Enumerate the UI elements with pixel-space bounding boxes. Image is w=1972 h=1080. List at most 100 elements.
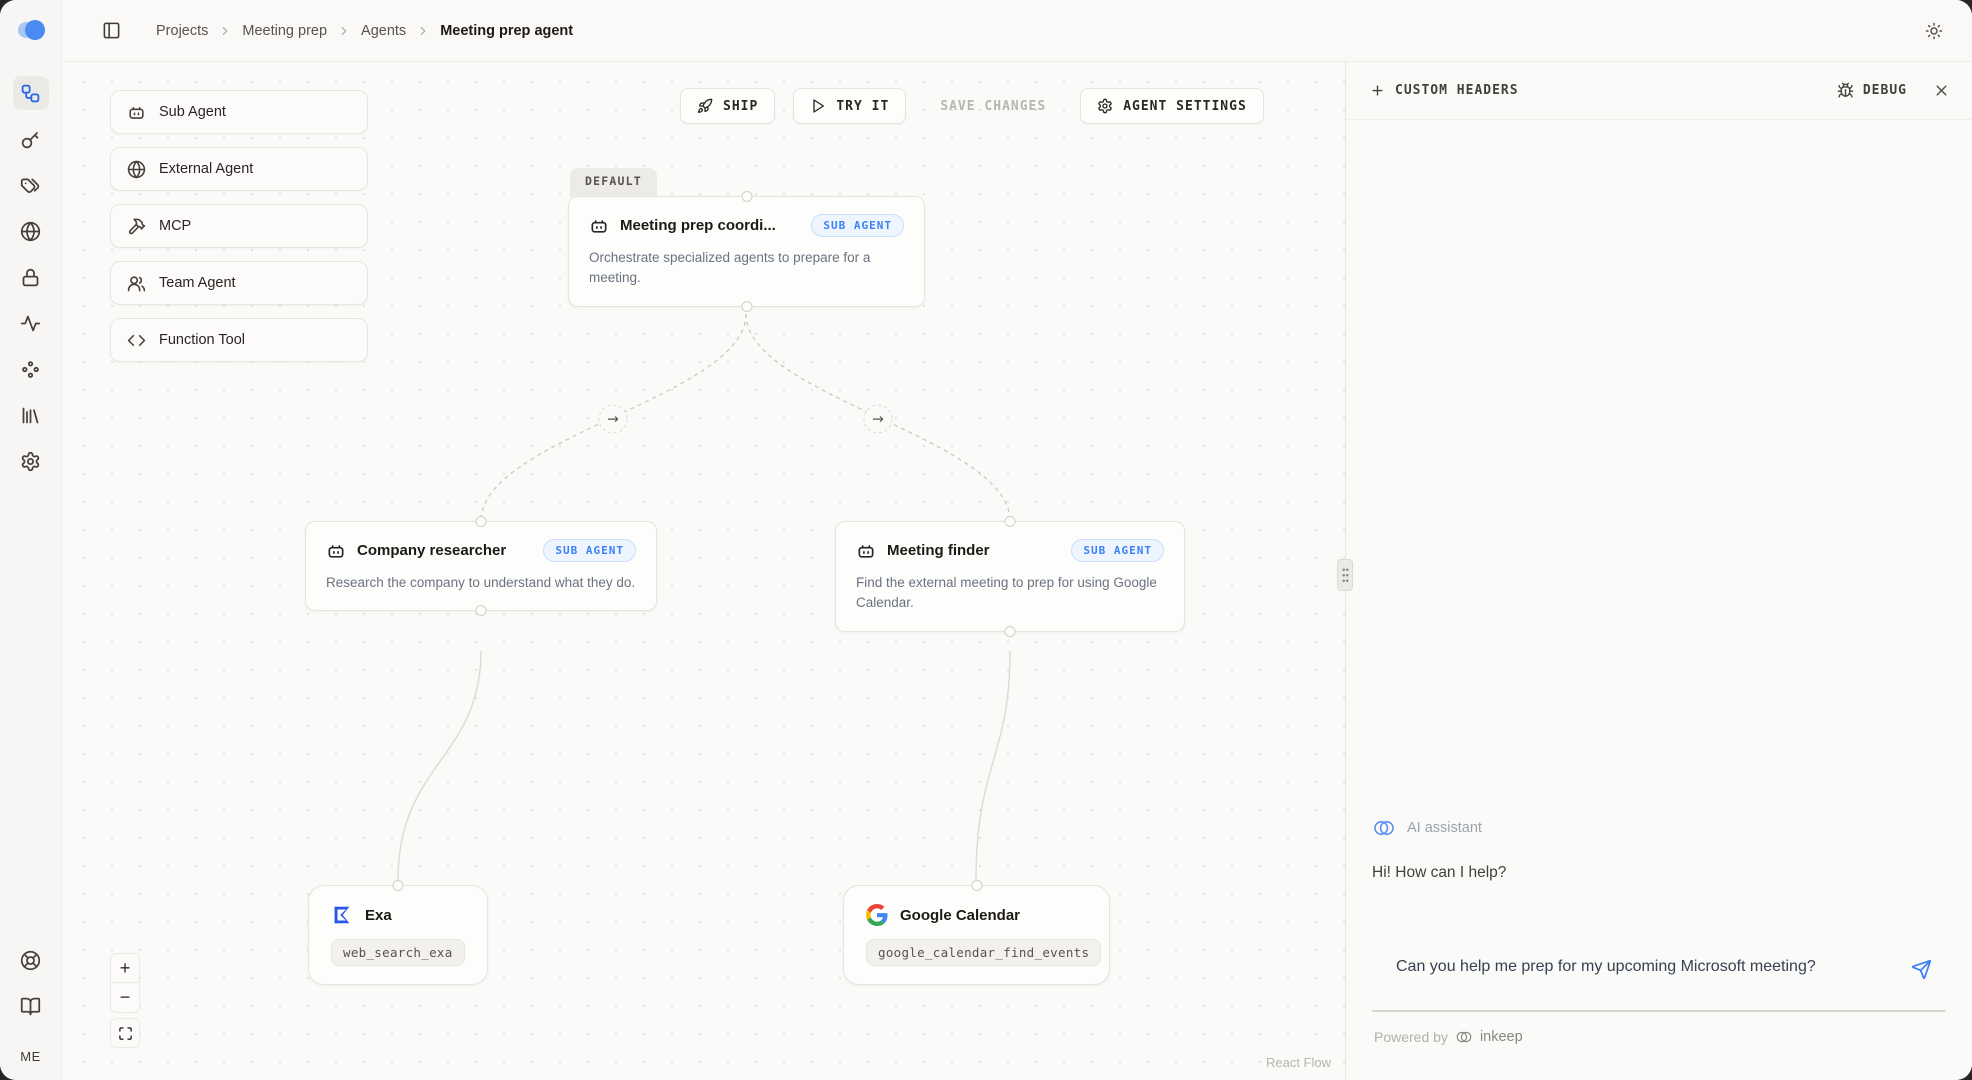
try-it-button[interactable]: TRY IT [793,88,906,124]
flow-toolbar: SHIP TRY IT SAVE CHANGES AGENT SETTINGS [680,88,1264,124]
assistant-greeting: Hi! How can I help? [1372,864,1946,882]
tool-name-pill: web_search_exa [331,939,465,966]
book-icon[interactable] [13,989,49,1023]
node-meeting-prep-coordinator[interactable]: Meeting prep coordi... SUB AGENT Orchest… [568,196,925,307]
node-meeting-finder[interactable]: Meeting finder SUB AGENT Find the extern… [835,521,1185,632]
gear-icon[interactable] [13,444,49,478]
zoom-in-button[interactable]: + [110,953,140,983]
node-palette: Sub Agent External Agent MCP Team Agent [110,90,368,362]
assistant-name: AI assistant [1407,820,1482,836]
node-exa-tool[interactable]: Exa web_search_exa [308,885,488,985]
node-handle-top[interactable] [971,880,982,891]
panel-resize-handle[interactable] [1337,559,1353,591]
send-button[interactable] [1906,954,1936,984]
lifebuoy-icon[interactable] [13,943,49,977]
palette-item-label: External Agent [159,161,253,177]
debug-button[interactable]: DEBUG [1837,82,1907,99]
workflow-icon[interactable] [13,76,49,110]
fullscreen-icon [118,1026,133,1041]
agent-settings-button[interactable]: AGENT SETTINGS [1080,88,1264,124]
breadcrumb-meeting-prep[interactable]: Meeting prep [242,23,327,39]
chevron-right-icon [416,24,430,38]
canvas-zoom-controls: + − [110,953,140,1048]
ship-button[interactable]: SHIP [680,88,775,124]
inkeep-logo-icon [1455,1028,1473,1046]
node-handle-top[interactable] [741,191,752,202]
node-handle-bottom[interactable] [741,301,752,312]
code-icon [127,331,146,350]
theme-toggle-sun-icon[interactable] [1918,15,1950,47]
try-it-button-label: TRY IT [836,99,889,114]
user-avatar[interactable]: ME [20,1049,41,1064]
breadcrumb-projects[interactable]: Projects [156,23,208,39]
chat-input[interactable]: Can you help me prep for my upcoming Mic… [1372,940,1946,1012]
key-icon[interactable] [13,122,49,156]
left-icon-rail: ME [0,0,62,1080]
flow-canvas[interactable]: → → Sub Agent External Agent [62,62,1345,1080]
sub-agent-badge: SUB AGENT [1071,539,1164,562]
edge-arrow-badge[interactable]: → [599,405,627,433]
save-changes-button[interactable]: SAVE CHANGES [924,90,1062,123]
powered-by-label: Powered by [1374,1029,1448,1045]
hammer-icon [127,217,146,236]
bot-icon [856,541,876,561]
plus-icon [1370,83,1385,98]
activity-icon[interactable] [13,306,49,340]
app-window: ME Projects Meeting prep Agents Meeting … [0,0,1972,1080]
node-handle-top[interactable] [1005,516,1016,527]
zoom-out-button[interactable]: − [110,983,140,1013]
ship-button-label: SHIP [723,99,758,114]
chevron-right-icon [218,24,232,38]
arrow-right-icon: → [872,412,884,428]
lock-icon[interactable] [13,260,49,294]
node-google-calendar-tool[interactable]: Google Calendar google_calendar_find_eve… [843,885,1110,985]
node-description: Find the external meeting to prep for us… [856,573,1164,614]
node-title: Exa [365,907,392,924]
shapes-icon[interactable] [13,352,49,386]
globe-icon[interactable] [13,214,49,248]
fit-view-button[interactable] [110,1018,140,1048]
bot-icon [326,541,346,561]
inkeep-brand-label: inkeep [1480,1029,1523,1045]
palette-item-function-tool[interactable]: Function Tool [110,318,368,362]
palette-item-team-agent[interactable]: Team Agent [110,261,368,305]
save-changes-button-label: SAVE CHANGES [940,99,1046,114]
try-it-panel: CUSTOM HEADERS DEBUG [1345,62,1972,1080]
panel-left-toggle-icon[interactable] [96,16,126,46]
bot-icon [589,216,609,236]
assistant-header: AI assistant [1372,816,1946,840]
node-handle-top[interactable] [476,516,487,527]
library-icon[interactable] [13,398,49,432]
node-handle-top[interactable] [393,880,404,891]
palette-item-external-agent[interactable]: External Agent [110,147,368,191]
custom-headers-label: CUSTOM HEADERS [1395,83,1519,98]
chevron-right-icon [337,24,351,38]
node-title: Google Calendar [900,907,1020,924]
palette-item-mcp[interactable]: MCP [110,204,368,248]
palette-item-label: MCP [159,218,191,234]
breadcrumb-current-page: Meeting prep agent [440,23,573,39]
top-header: Projects Meeting prep Agents Meeting pre… [62,0,1972,62]
node-title: Company researcher [357,542,506,559]
powered-by-row[interactable]: Powered by inkeep [1372,1028,1946,1046]
edge-company-researcher-to-exa [398,651,481,880]
node-handle-bottom[interactable] [476,605,487,616]
try-it-panel-header: CUSTOM HEADERS DEBUG [1346,62,1972,120]
chat-input-value[interactable]: Can you help me prep for my upcoming Mic… [1396,955,1826,980]
edge-arrow-badge[interactable]: → [864,405,892,433]
node-company-researcher[interactable]: Company researcher SUB AGENT Research th… [305,521,657,611]
breadcrumb-agents[interactable]: Agents [361,23,406,39]
close-icon[interactable] [1933,82,1950,99]
custom-headers-button[interactable]: CUSTOM HEADERS [1370,83,1519,98]
send-icon [1911,959,1932,980]
default-agent-tag: DEFAULT [570,168,657,197]
sub-agent-badge: SUB AGENT [543,539,636,562]
play-icon [810,98,826,114]
node-handle-bottom[interactable] [1005,626,1016,637]
agent-settings-button-label: AGENT SETTINGS [1123,99,1247,114]
gear-icon [1097,98,1113,114]
bug-icon [1837,82,1854,99]
react-flow-attribution[interactable]: React Flow [1266,1055,1331,1070]
palette-item-sub-agent[interactable]: Sub Agent [110,90,368,134]
tags-icon[interactable] [13,168,49,202]
